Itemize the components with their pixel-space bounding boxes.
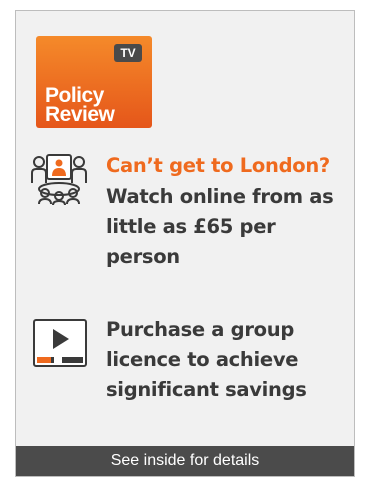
tv-badge: TV bbox=[114, 44, 142, 62]
see-inside-footer[interactable]: See inside for details bbox=[16, 446, 354, 476]
watch-online-text: Watch online from as little as £65 per p… bbox=[106, 185, 334, 268]
feature-headline: Can’t get to London? bbox=[106, 154, 330, 177]
video-player-icon bbox=[33, 319, 87, 367]
group-licence-text: Purchase a group licence to achieve sign… bbox=[106, 318, 307, 401]
group-video-icon bbox=[31, 154, 87, 205]
logo-line-review: Review bbox=[45, 103, 115, 126]
policy-review-advert[interactable]: TV Policy Review Can’t get to London? Wa… bbox=[15, 10, 355, 477]
policy-review-tv-logo: TV Policy Review bbox=[36, 36, 152, 128]
